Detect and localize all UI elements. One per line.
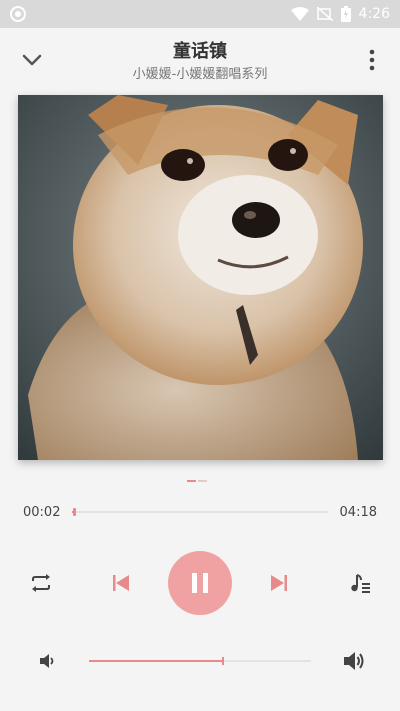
album-art-image	[18, 95, 383, 460]
pager-dot	[198, 480, 207, 482]
no-signal-icon	[316, 7, 333, 21]
wifi-icon	[290, 7, 309, 21]
repeat-icon	[32, 574, 50, 592]
album-art[interactable]	[18, 95, 383, 460]
playback-controls	[0, 548, 400, 618]
more-options-icon[interactable]	[366, 48, 378, 72]
volume-row	[0, 642, 400, 678]
playlist-button[interactable]	[348, 570, 374, 596]
song-artist: 小媛媛-小媛媛翻唱系列	[132, 67, 268, 82]
current-time: 00:02	[23, 505, 61, 520]
pager-dot-active	[187, 480, 196, 482]
volume-low-icon[interactable]	[38, 651, 58, 671]
skip-next-icon	[271, 575, 287, 591]
next-button[interactable]	[266, 570, 292, 596]
skip-previous-icon	[113, 575, 129, 591]
playlist-icon	[351, 574, 370, 593]
total-time: 04:18	[339, 505, 377, 520]
volume-high-icon[interactable]	[342, 649, 366, 673]
progress-row: 00:02 04:18	[0, 500, 400, 526]
repeat-button[interactable]	[28, 570, 54, 596]
song-title: 童话镇	[173, 41, 227, 62]
status-bar: 4:26	[0, 0, 400, 28]
battery-icon	[340, 6, 351, 22]
previous-button[interactable]	[108, 570, 134, 596]
volume-slider-fill	[89, 660, 223, 662]
seek-bar-thumb[interactable]	[73, 508, 77, 516]
status-time: 4:26	[358, 6, 390, 22]
pause-icon	[192, 573, 208, 593]
volume-slider[interactable]	[89, 657, 311, 665]
seek-bar[interactable]	[72, 508, 328, 516]
pager-indicator	[187, 480, 207, 482]
volume-slider-thumb[interactable]	[222, 657, 225, 665]
player-header: 童话镇 小媛媛-小媛媛翻唱系列	[0, 28, 400, 88]
app-notification-icon	[10, 6, 26, 22]
play-pause-button[interactable]	[168, 551, 232, 615]
